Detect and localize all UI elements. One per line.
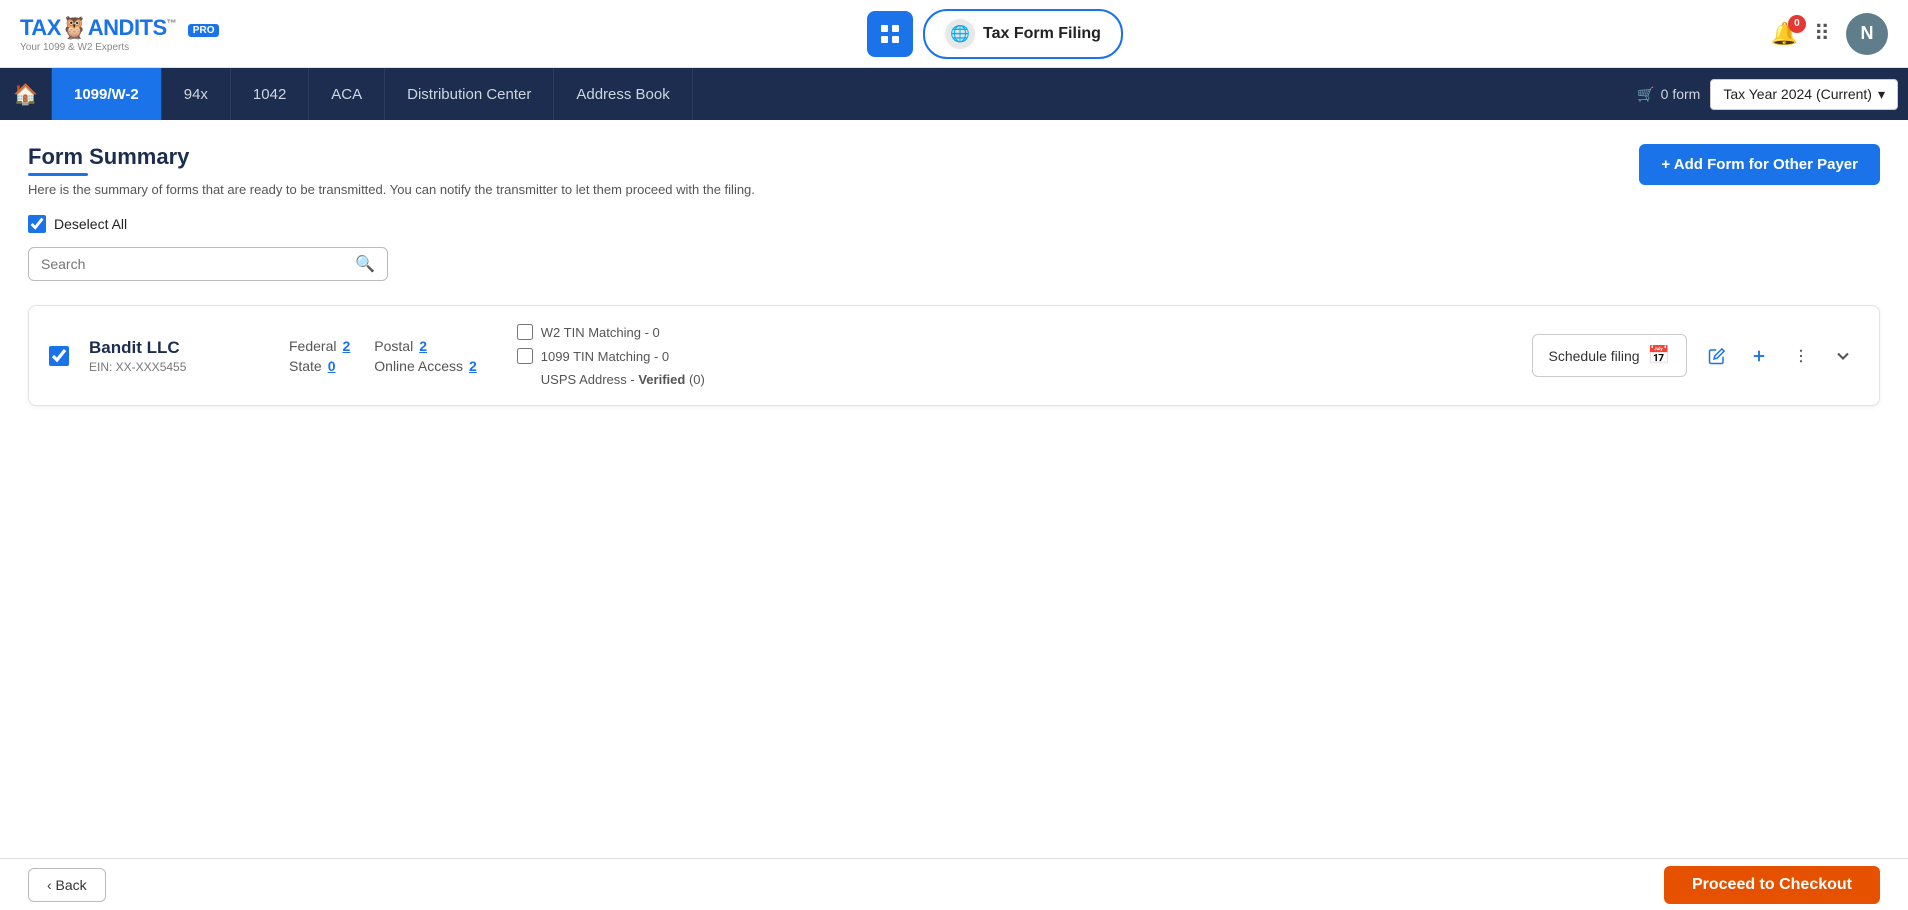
form-summary-header: Form Summary Here is the summary of form… (28, 144, 1880, 197)
postal-label: Postal (374, 338, 413, 354)
state-stat: State 0 (289, 358, 350, 374)
header-right: 🔔 0 ⠿ N (1770, 13, 1888, 55)
search-button[interactable]: 🔍 (355, 254, 375, 274)
usps-count: (0) (689, 372, 705, 387)
logo-text: TAX🦉ANDITS™ (20, 15, 182, 40)
nav-home-button[interactable]: 🏠 (0, 68, 52, 120)
online-label: Online Access (374, 358, 463, 374)
state-value[interactable]: 0 (328, 358, 336, 374)
add-icon[interactable] (1743, 340, 1775, 372)
online-stat: Online Access 2 (374, 358, 477, 374)
bell-icon[interactable]: 🔔 0 (1770, 21, 1797, 47)
nav-item-aca[interactable]: ACA (309, 68, 385, 120)
top-header: TAX🦉ANDITS™ PRO Your 1099 & W2 Experts 🌐… (0, 0, 1908, 68)
bottom-bar: ‹ Back Proceed to Checkout (0, 858, 1908, 910)
form-summary-title-area: Form Summary Here is the summary of form… (28, 144, 755, 197)
nav-item-address-book[interactable]: Address Book (554, 68, 692, 120)
tin1099-row: 1099 TIN Matching - 0 (517, 348, 705, 364)
tin-matching-area: W2 TIN Matching - 0 1099 TIN Matching - … (517, 324, 705, 387)
federal-label: Federal (289, 338, 336, 354)
globe-icon: 🌐 (945, 19, 975, 49)
nav-right: 🛒 0 form Tax Year 2024 (Current) ▾ (1637, 68, 1908, 120)
nav-item-1042[interactable]: 1042 (231, 68, 309, 120)
payer-row: Bandit LLC EIN: XX-XXX5455 Federal 2 Sta… (28, 305, 1880, 406)
tin1099-checkbox[interactable] (517, 348, 533, 364)
more-options-icon[interactable] (1785, 340, 1817, 372)
payer-info: Bandit LLC EIN: XX-XXX5455 (89, 338, 269, 374)
schedule-area: Schedule filing 📅 (1532, 334, 1859, 377)
online-value[interactable]: 2 (469, 358, 477, 374)
tax-form-filing-icon[interactable] (867, 11, 913, 57)
delivery-stats: Postal 2 Online Access 2 (374, 338, 477, 374)
usps-label: USPS Address - (541, 372, 635, 387)
tin1099-label: 1099 TIN Matching - 0 (541, 349, 669, 364)
expand-icon[interactable] (1827, 340, 1859, 372)
payer-ein: EIN: XX-XXX5455 (89, 360, 269, 374)
deselect-row: Deselect All (28, 215, 1880, 233)
action-icons (1701, 340, 1859, 372)
logo-subtitle: Your 1099 & W2 Experts (20, 42, 129, 53)
home-icon: 🏠 (13, 82, 38, 107)
grid-icon[interactable]: ⠿ (1814, 21, 1830, 47)
tax-year-dropdown[interactable]: Tax Year 2024 (Current) ▾ (1710, 79, 1898, 110)
cart-icon: 🛒 (1637, 86, 1654, 103)
w2-tin-checkbox[interactable] (517, 324, 533, 340)
cart-button[interactable]: 🛒 0 form (1637, 86, 1700, 103)
w2-tin-row: W2 TIN Matching - 0 (517, 324, 705, 340)
deselect-all-checkbox[interactable] (28, 215, 46, 233)
search-icon: 🔍 (355, 256, 375, 273)
search-bar: 🔍 (28, 247, 388, 281)
edit-icon[interactable] (1701, 340, 1733, 372)
federal-stat: Federal 2 (289, 338, 350, 354)
usps-verified-label: Verified (638, 372, 685, 387)
main-content: Form Summary Here is the summary of form… (0, 120, 1908, 910)
payer-stats: Federal 2 State 0 Postal 2 Online Access… (289, 338, 477, 374)
state-label: State (289, 358, 322, 374)
chevron-down-icon: ▾ (1878, 86, 1885, 103)
logo-area: TAX🦉ANDITS™ PRO Your 1099 & W2 Experts (20, 15, 219, 53)
w2-tin-label: W2 TIN Matching - 0 (541, 325, 660, 340)
nav-item-1099w2[interactable]: 1099/W-2 (52, 68, 162, 120)
deselect-all-label: Deselect All (54, 216, 127, 232)
payer-name: Bandit LLC (89, 338, 269, 358)
tax-form-filing-button[interactable]: 🌐 Tax Form Filing (923, 9, 1123, 59)
page-subtitle: Here is the summary of forms that are re… (28, 182, 755, 197)
federal-value[interactable]: 2 (342, 338, 350, 354)
search-input[interactable] (41, 256, 355, 272)
filing-stats: Federal 2 State 0 (289, 338, 350, 374)
payer-checkbox[interactable] (49, 346, 69, 366)
nav-bar: 🏠 1099/W-2 94x 1042 ACA Distribution Cen… (0, 68, 1908, 120)
nav-item-94x[interactable]: 94x (162, 68, 231, 120)
back-button[interactable]: ‹ Back (28, 868, 106, 902)
page-title: Form Summary (28, 144, 755, 176)
avatar[interactable]: N (1846, 13, 1888, 55)
calendar-icon: 📅 (1648, 345, 1670, 366)
pro-badge: PRO (188, 24, 220, 37)
proceed-to-checkout-button[interactable]: Proceed to Checkout (1664, 866, 1880, 904)
schedule-filing-label: Schedule filing (1549, 348, 1640, 364)
postal-value[interactable]: 2 (419, 338, 427, 354)
add-form-button[interactable]: + Add Form for Other Payer (1639, 144, 1880, 185)
postal-stat: Postal 2 (374, 338, 477, 354)
schedule-filing-button[interactable]: Schedule filing 📅 (1532, 334, 1687, 377)
usps-row: USPS Address - Verified (0) (541, 372, 705, 387)
bell-badge: 0 (1788, 15, 1806, 33)
header-center: 🌐 Tax Form Filing (219, 9, 1770, 59)
nav-item-distribution-center[interactable]: Distribution Center (385, 68, 554, 120)
